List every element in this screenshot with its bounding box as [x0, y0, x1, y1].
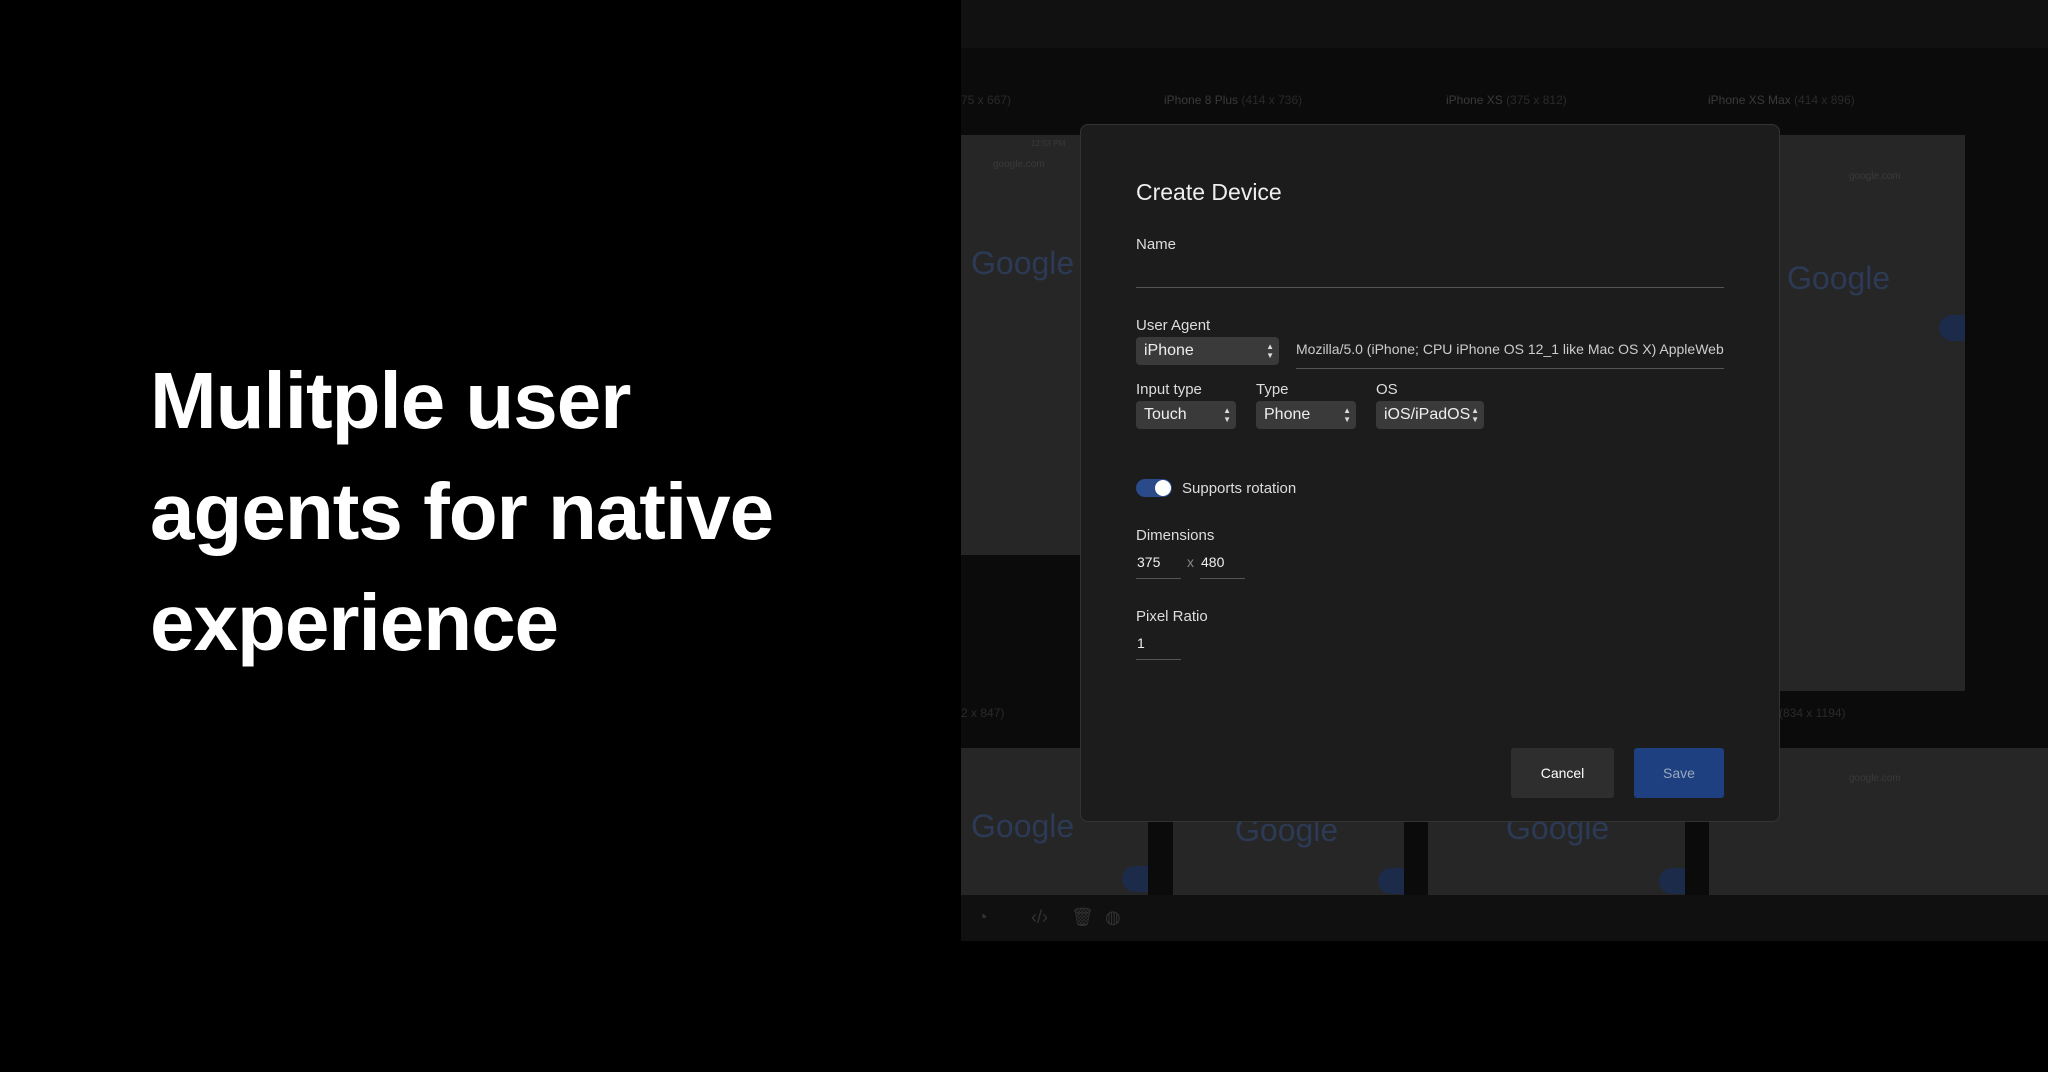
- dialog-title: Create Device: [1136, 179, 1282, 205]
- type-select[interactable]: Phone ▲ ▼: [1256, 401, 1356, 429]
- user-agent-label: User Agent: [1136, 317, 1211, 334]
- user-agent-input[interactable]: Mozilla/5.0 (iPhone; CPU iPhone OS 12_1 …: [1296, 341, 1724, 357]
- cancel-button[interactable]: Cancel: [1511, 748, 1614, 798]
- pixel-ratio-input[interactable]: 1: [1137, 635, 1145, 651]
- google-logo: Google: [1235, 820, 1339, 848]
- google-logo: Google: [971, 245, 1075, 281]
- name-underline: [1136, 287, 1724, 288]
- select-arrows-icon: ▲ ▼: [1471, 406, 1479, 424]
- network-icon[interactable]: ◔: [977, 907, 988, 928]
- os-label: OS: [1376, 381, 1398, 398]
- pixel-ratio-underline: [1136, 659, 1181, 660]
- device-label: 2 x 847): [961, 706, 1005, 720]
- name-input[interactable]: [1136, 263, 1724, 287]
- headline-line: experience: [150, 578, 559, 667]
- dimension-separator: x: [1187, 554, 1194, 570]
- status-time: 12:53 PM: [1031, 139, 1066, 148]
- height-input[interactable]: 480: [1201, 554, 1224, 570]
- select-arrows-icon: ▲ ▼: [1343, 406, 1351, 424]
- search-icon: [1939, 315, 1965, 341]
- google-logo: Google: [1787, 260, 1891, 296]
- bottom-toolbar: ◔ ‹/› 🗑 ◍: [961, 895, 2048, 941]
- device-label: iPhone XS (375 x 812): [1446, 93, 1567, 107]
- user-agent-underline: [1296, 368, 1724, 369]
- code-icon[interactable]: ‹/›: [1031, 907, 1048, 928]
- user-agent-select-value: iPhone: [1144, 342, 1194, 359]
- os-value: iOS/iPadOS: [1384, 406, 1471, 423]
- search-icon: [1659, 868, 1685, 894]
- google-logo: Google: [1506, 820, 1610, 846]
- type-value: Phone: [1264, 406, 1311, 423]
- input-type-value: Touch: [1144, 406, 1187, 423]
- device-screen: Google: [1173, 820, 1404, 895]
- headline-line: Mulitple user: [150, 356, 631, 445]
- trash-icon[interactable]: 🗑: [1071, 907, 1094, 928]
- device-label: iPhone XS Max (414 x 896): [1708, 93, 1855, 107]
- os-select[interactable]: iOS/iPadOS ▲ ▼: [1376, 401, 1484, 429]
- headline: Mulitple user agents for native experien…: [150, 345, 870, 678]
- headline-line: agents for native: [150, 467, 774, 556]
- device-label: iPhone 8 Plus (414 x 736): [1164, 93, 1303, 107]
- search-icon: [1122, 866, 1148, 892]
- supports-rotation-toggle[interactable]: [1136, 479, 1172, 497]
- device-label: 75 x 667): [961, 93, 1012, 107]
- supports-rotation-label: Supports rotation: [1182, 480, 1297, 497]
- device-screen: google.com Google: [1779, 135, 1965, 691]
- user-agent-select[interactable]: iPhone ▲ ▼: [1136, 337, 1279, 365]
- create-device-dialog: Create Device Name User Agent iPhone ▲ ▼ M…: [1080, 124, 1780, 822]
- dimensions-label: Dimensions: [1136, 527, 1215, 544]
- search-icon: [1378, 868, 1404, 894]
- pixel-ratio-label: Pixel Ratio: [1136, 608, 1208, 625]
- input-type-label: Input type: [1136, 381, 1202, 398]
- input-type-select[interactable]: Touch ▲ ▼: [1136, 401, 1236, 429]
- select-arrows-icon: ▲ ▼: [1266, 342, 1274, 360]
- url-bar: google.com: [1849, 773, 1901, 784]
- url-bar: google.com: [1849, 171, 1901, 182]
- width-input[interactable]: 375: [1137, 554, 1160, 570]
- google-logo: Google: [971, 808, 1075, 844]
- type-label: Type: [1256, 381, 1289, 398]
- url-bar: google.com: [993, 159, 1045, 170]
- height-underline: [1200, 578, 1245, 579]
- palette-icon[interactable]: ◍: [1105, 907, 1121, 928]
- toggle-knob: [1155, 480, 1171, 496]
- save-button[interactable]: Save: [1634, 748, 1724, 798]
- device-screen: Google: [1428, 820, 1685, 895]
- device-label: (834 x 1194): [1779, 706, 1846, 720]
- width-underline: [1136, 578, 1181, 579]
- name-label: Name: [1136, 236, 1177, 253]
- top-bar: [961, 0, 2048, 48]
- select-arrows-icon: ▲ ▼: [1223, 406, 1231, 424]
